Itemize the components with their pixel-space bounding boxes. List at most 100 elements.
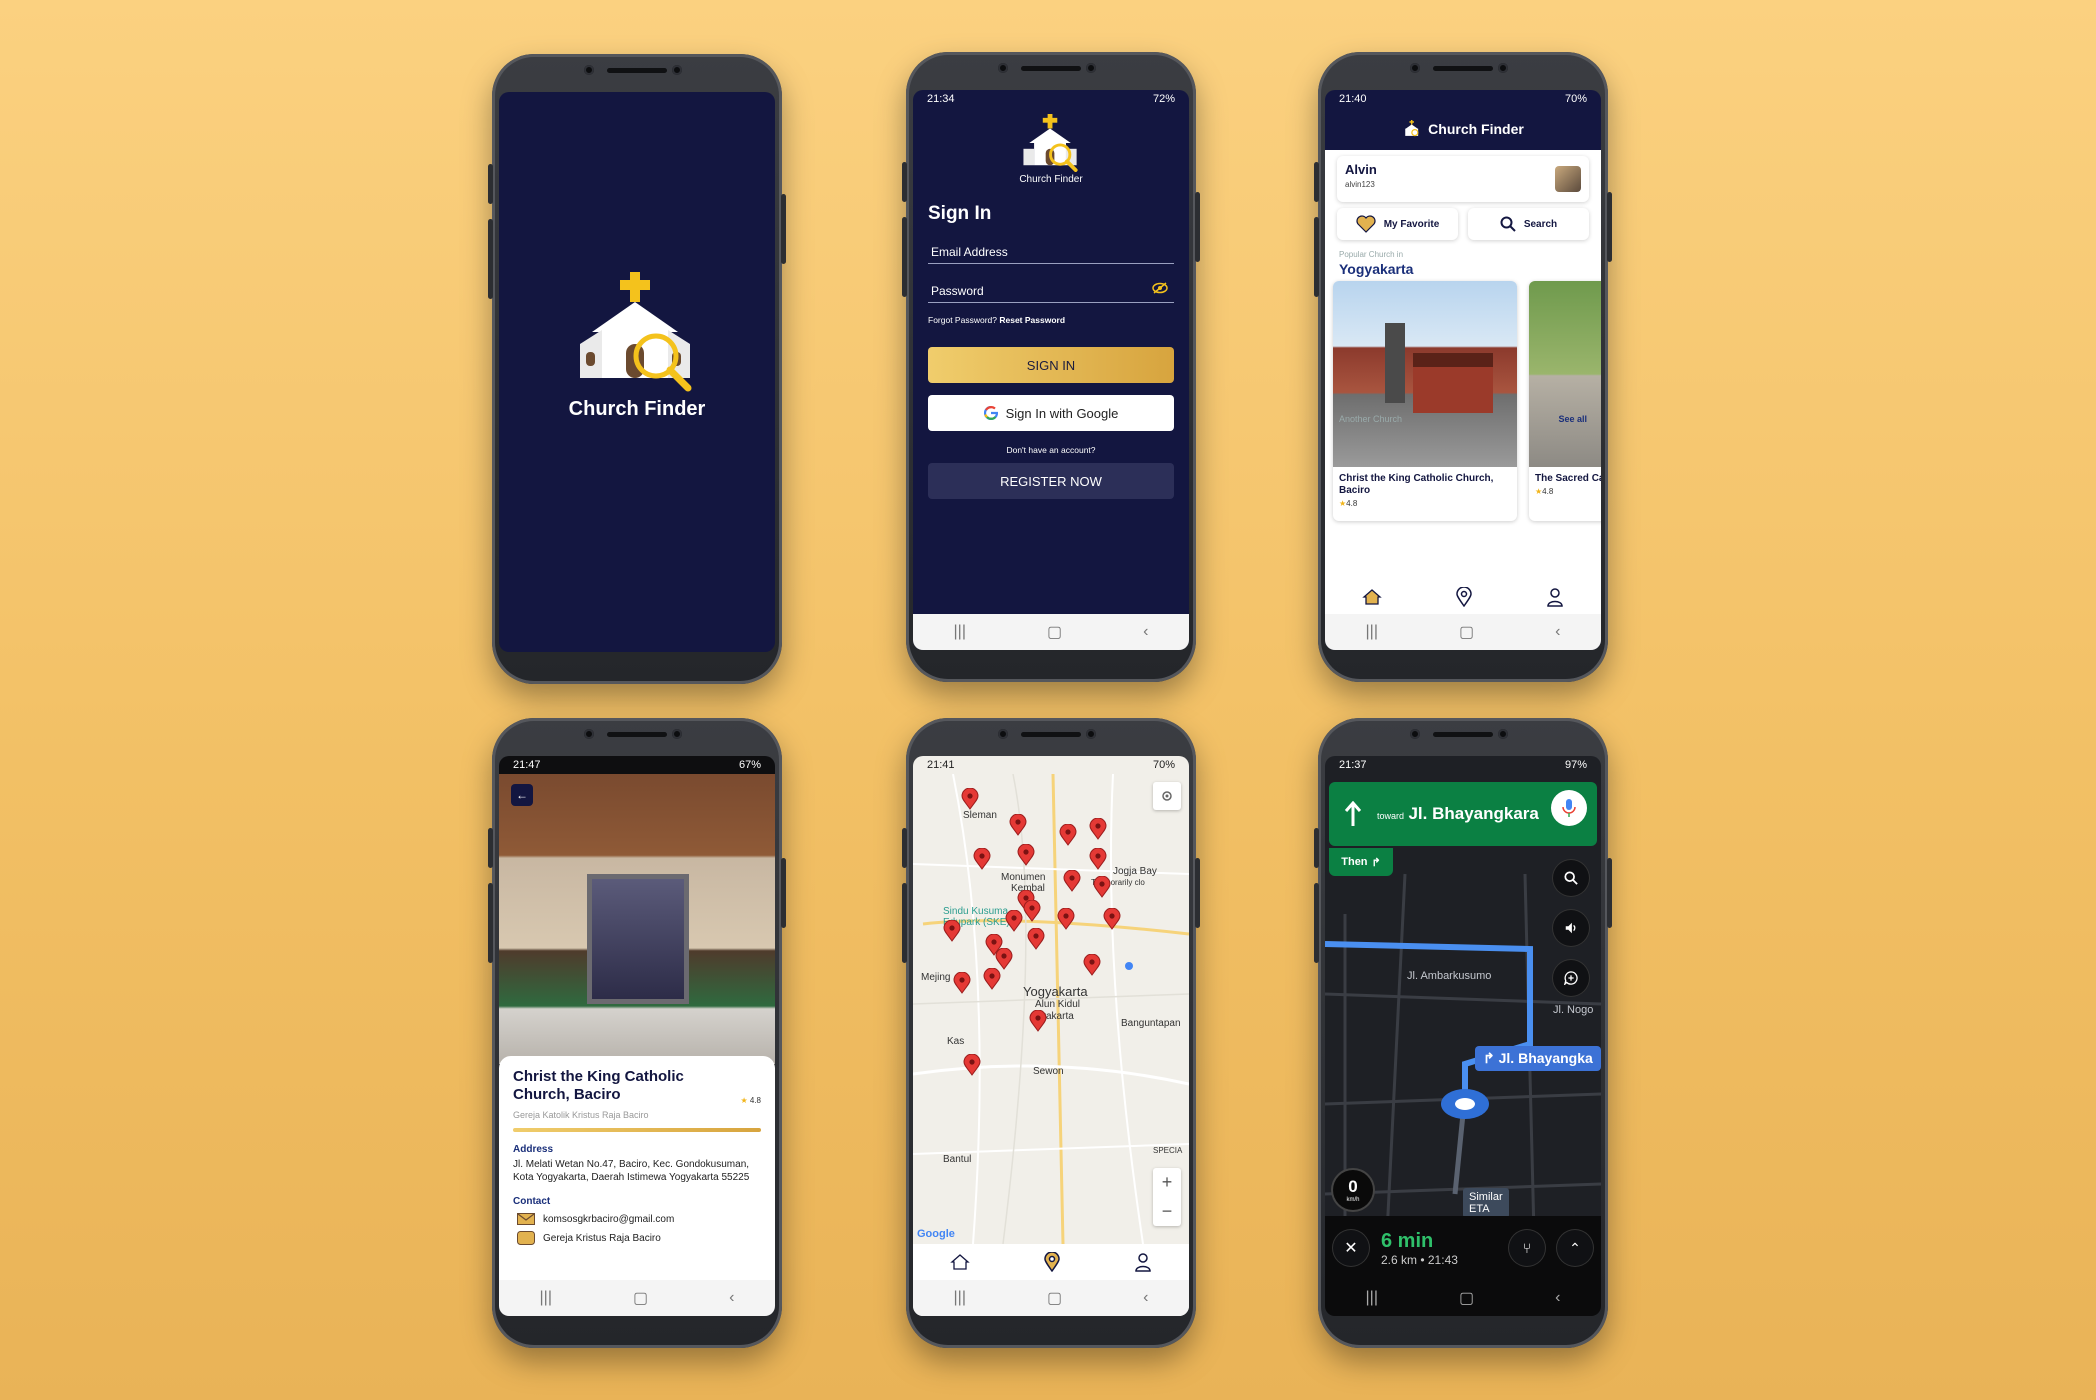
- recents-icon[interactable]: |||: [1366, 623, 1378, 641]
- church-pin-icon[interactable]: [953, 972, 971, 994]
- church-name: Christ the King Catholic Church, Baciro: [1339, 473, 1494, 496]
- profile-tab-icon[interactable]: [1134, 1252, 1152, 1272]
- map-label: SPECIA: [1153, 1146, 1183, 1155]
- back-system-icon[interactable]: ‹: [1143, 1289, 1148, 1307]
- church-pin-icon[interactable]: [1103, 908, 1121, 930]
- google-icon: [983, 406, 998, 420]
- church-photo: [1529, 281, 1601, 467]
- back-system-icon[interactable]: ‹: [1143, 623, 1148, 641]
- eta-duration: 6 min: [1381, 1229, 1434, 1252]
- speed-value: 0: [1348, 1177, 1358, 1196]
- google-signin-button[interactable]: Sign In with Google: [928, 395, 1174, 431]
- register-button[interactable]: REGISTER NOW: [928, 463, 1174, 499]
- zoom-in-button[interactable]: +: [1162, 1172, 1173, 1193]
- home-system-icon[interactable]: ▢: [633, 1288, 648, 1308]
- church-pin-icon[interactable]: [961, 788, 979, 810]
- church-pin-icon[interactable]: [973, 848, 991, 870]
- hide-password-icon[interactable]: [1152, 282, 1168, 294]
- status-bar: 21:40 70%: [1325, 90, 1601, 108]
- church-card[interactable]: Christ the King Catholic Church, Baciro …: [1333, 281, 1517, 521]
- detail-sheet: Christ the King Catholic Church, Baciro …: [499, 1056, 775, 1280]
- church-pin-icon[interactable]: [983, 968, 1001, 990]
- voice-button[interactable]: [1551, 790, 1587, 826]
- church-pin-icon[interactable]: [1023, 900, 1041, 922]
- recents-icon[interactable]: |||: [540, 1289, 552, 1307]
- social-text: Gereja Kristus Raja Baciro: [543, 1232, 661, 1244]
- no-account-text: Don't have an account?: [1006, 445, 1096, 455]
- password-field[interactable]: Password: [928, 276, 1174, 303]
- church-map[interactable]: Sleman Monumen Kembal Sindu Kusuma Edupa…: [913, 774, 1189, 1244]
- exit-navigation-button[interactable]: ✕: [1333, 1230, 1369, 1266]
- home-content: Alvin alvin123 My Favorite Search Popula…: [1325, 150, 1601, 614]
- church-pin-icon[interactable]: [1093, 876, 1111, 898]
- church-pin-icon[interactable]: [1029, 1010, 1047, 1032]
- map-label: Sleman: [963, 810, 997, 821]
- expand-button[interactable]: ⌃: [1557, 1230, 1593, 1266]
- user-card[interactable]: Alvin alvin123: [1337, 156, 1589, 202]
- turn-right-icon: ↱: [1371, 856, 1381, 869]
- zoom-controls: + −: [1153, 1168, 1181, 1226]
- home-system-icon[interactable]: ▢: [1459, 1288, 1474, 1308]
- back-system-icon[interactable]: ‹: [1555, 1289, 1560, 1307]
- back-system-icon[interactable]: ‹: [1555, 623, 1560, 641]
- zoom-out-button[interactable]: −: [1162, 1201, 1173, 1222]
- navigation-map[interactable]: toward Jl. Bhayangkara Then ↱ Jl. Ambark…: [1325, 774, 1601, 1280]
- user-name: Alvin: [1345, 162, 1377, 177]
- contact-email[interactable]: komsosgkrbaciro@gmail.com: [513, 1213, 761, 1225]
- church-pin-icon[interactable]: [1089, 818, 1107, 840]
- church-card[interactable]: The Sacred Catholic Cl ★4.8: [1529, 281, 1601, 521]
- phone-signin: 21:34 72% Church Finder Sign In Email Ad…: [902, 52, 1200, 682]
- heart-icon: [1356, 215, 1376, 233]
- contact-social[interactable]: Gereja Kristus Raja Baciro: [513, 1231, 761, 1245]
- phone-navigation: 21:37 97% toward Jl. Bhayangkara Then ↱ …: [1314, 718, 1612, 1348]
- church-pin-icon[interactable]: [1027, 928, 1045, 950]
- church-pin-icon[interactable]: [1057, 908, 1075, 930]
- church-pin-icon[interactable]: [1005, 910, 1023, 932]
- recents-icon[interactable]: |||: [1366, 1289, 1378, 1307]
- map-pin-tab-icon[interactable]: [1456, 587, 1472, 607]
- recents-icon[interactable]: |||: [954, 623, 966, 641]
- status-bar: 21:37 97%: [1325, 756, 1601, 774]
- church-pin-icon[interactable]: [1009, 814, 1027, 836]
- my-favorite-button[interactable]: My Favorite: [1337, 208, 1458, 240]
- map-pin-tab-icon[interactable]: [1044, 1252, 1060, 1272]
- church-pin-icon[interactable]: [1083, 954, 1101, 976]
- church-pin-icon[interactable]: [995, 948, 1013, 970]
- fork-icon: ⑂: [1522, 1240, 1532, 1256]
- email-field[interactable]: Email Address: [928, 237, 1174, 264]
- home-tab-icon[interactable]: [950, 1253, 970, 1271]
- status-time: 21:40: [1339, 93, 1367, 105]
- alternate-routes-button[interactable]: ⑂: [1509, 1230, 1545, 1266]
- system-nav-bar: ||| ▢ ‹: [913, 614, 1189, 650]
- home-system-icon[interactable]: ▢: [1459, 622, 1474, 642]
- sound-button[interactable]: [1553, 910, 1589, 946]
- church-pin-icon[interactable]: [1089, 848, 1107, 870]
- sign-in-button[interactable]: SIGN IN: [928, 347, 1174, 383]
- back-button[interactable]: ←: [511, 784, 533, 806]
- popular-church-list: Christ the King Catholic Church, Baciro …: [1333, 281, 1601, 521]
- church-pin-icon[interactable]: [963, 1054, 981, 1076]
- recents-icon[interactable]: |||: [954, 1289, 966, 1307]
- report-button[interactable]: [1553, 960, 1589, 996]
- church-pin-icon[interactable]: [1017, 844, 1035, 866]
- my-location-button[interactable]: [1153, 782, 1181, 810]
- popular-label: Popular Church in: [1339, 250, 1404, 259]
- avatar[interactable]: [1555, 166, 1581, 192]
- church-pin-icon[interactable]: [943, 920, 961, 942]
- profile-tab-icon[interactable]: [1546, 587, 1564, 607]
- church-pin-icon[interactable]: [1059, 824, 1077, 846]
- search-along-route-button[interactable]: [1553, 860, 1589, 896]
- search-button[interactable]: Search: [1468, 208, 1589, 240]
- church-finder-logo: [1405, 120, 1419, 137]
- system-nav-bar: ||| ▢ ‹: [499, 1280, 775, 1316]
- map-screen: 21:41 70% Sleman Monumen Kembal Sindu Ku…: [913, 756, 1189, 1316]
- church-name: The Sacred Catholic Cl: [1535, 473, 1601, 484]
- reset-password-link[interactable]: Reset Password: [999, 315, 1065, 325]
- home-tab-icon[interactable]: [1362, 588, 1382, 606]
- home-system-icon[interactable]: ▢: [1047, 1288, 1062, 1308]
- back-system-icon[interactable]: ‹: [729, 1289, 734, 1307]
- home-system-icon[interactable]: ▢: [1047, 622, 1062, 642]
- church-pin-icon[interactable]: [1063, 870, 1081, 892]
- see-all-link[interactable]: See all: [1558, 414, 1587, 424]
- address-text: Jl. Melati Wetan No.47, Baciro, Kec. Gon…: [513, 1159, 750, 1183]
